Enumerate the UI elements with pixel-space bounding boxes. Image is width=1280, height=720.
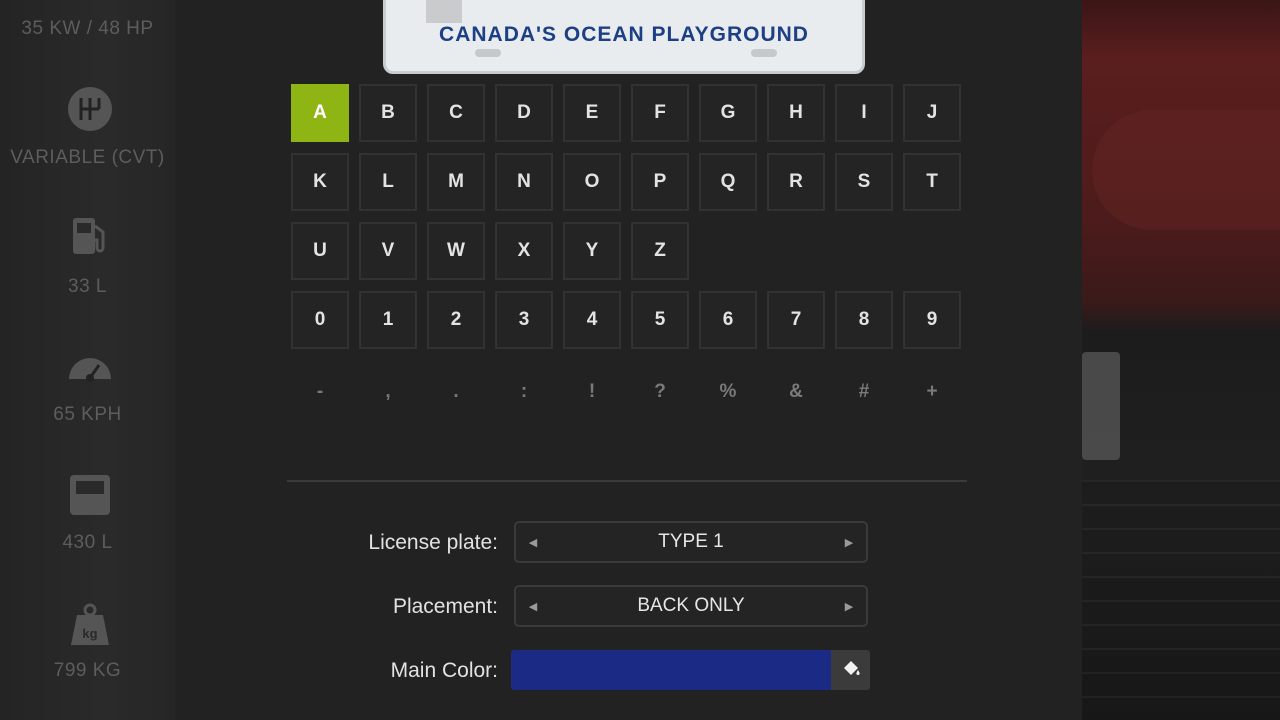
key-g[interactable]: G: [699, 84, 757, 142]
license-plate-preview: CA 200 CANADA'S OCEAN PLAYGROUND: [383, 0, 865, 74]
vehicle-plate-shape: [1082, 352, 1120, 460]
screen: 35 KW / 48 HP VARIABLE (CVT) 33 L 65 KPH…: [0, 0, 1280, 720]
key-n[interactable]: N: [495, 153, 553, 211]
license-plate-type-value: TYPE 1: [658, 531, 724, 552]
key-s[interactable]: S: [835, 153, 893, 211]
key-q[interactable]: Q: [699, 153, 757, 211]
key-5[interactable]: 5: [631, 291, 689, 349]
key-9[interactable]: 9: [903, 291, 961, 349]
key-u[interactable]: U: [291, 222, 349, 280]
paint-bucket-icon: [841, 658, 861, 683]
speedometer-icon: [67, 345, 113, 391]
key-t[interactable]: T: [903, 153, 961, 211]
stat-fuel-capacity: 33 L: [68, 276, 107, 297]
key-w[interactable]: W: [427, 222, 485, 280]
stat-transmission: VARIABLE (CVT): [10, 147, 165, 168]
key-m[interactable]: M: [427, 153, 485, 211]
stat-capacity: 430 L: [62, 532, 113, 553]
key-8[interactable]: 8: [835, 291, 893, 349]
key-o[interactable]: O: [563, 153, 621, 211]
symbol-key[interactable]: ,: [359, 363, 417, 421]
key-x[interactable]: X: [495, 222, 553, 280]
key-c[interactable]: C: [427, 84, 485, 142]
placement-label: Placement:: [392, 595, 498, 618]
key-l[interactable]: L: [359, 153, 417, 211]
arrow-left-icon[interactable]: ◀: [518, 587, 548, 625]
key-p[interactable]: P: [631, 153, 689, 211]
plate-bolt-hole: [475, 49, 501, 57]
weight-icon: kg: [67, 602, 113, 648]
main-color-swatch[interactable]: [511, 650, 831, 690]
stat-weight: 799 KG: [53, 660, 122, 681]
key-j[interactable]: J: [903, 84, 961, 142]
plate-slogan: CANADA'S OCEAN PLAYGROUND: [439, 23, 809, 46]
color-picker-button[interactable]: [831, 650, 870, 690]
key-e[interactable]: E: [563, 84, 621, 142]
divider: [287, 480, 967, 482]
gearbox-icon: [67, 86, 113, 132]
arrow-right-icon[interactable]: ▶: [834, 523, 864, 561]
placement-value: BACK ONLY: [637, 595, 745, 616]
key-i[interactable]: I: [835, 84, 893, 142]
key-r[interactable]: R: [767, 153, 825, 211]
key-k[interactable]: K: [291, 153, 349, 211]
symbol-key[interactable]: +: [903, 363, 961, 421]
key-0[interactable]: 0: [291, 291, 349, 349]
key-3[interactable]: 3: [495, 291, 553, 349]
key-4[interactable]: 4: [563, 291, 621, 349]
key-h[interactable]: H: [767, 84, 825, 142]
main-color-label: Main Color:: [390, 659, 498, 682]
symbol-key[interactable]: -: [291, 363, 349, 421]
vehicle-frame-shape: [1082, 480, 1280, 720]
symbol-key[interactable]: #: [835, 363, 893, 421]
placement-selector[interactable]: ◀ BACK ONLY ▶: [514, 585, 868, 627]
key-d[interactable]: D: [495, 84, 553, 142]
license-plate-type-label: License plate:: [368, 531, 498, 554]
vehicle-body-shape: [1092, 110, 1280, 230]
plate-characters: CA 200: [386, 0, 862, 9]
fuel-pump-icon: [67, 214, 113, 260]
plate-bolt-hole: [751, 49, 777, 57]
stat-power: 35 KW / 48 HP: [21, 18, 154, 39]
key-v[interactable]: V: [359, 222, 417, 280]
symbol-key[interactable]: &: [767, 363, 825, 421]
key-a[interactable]: A: [291, 84, 349, 142]
key-b[interactable]: B: [359, 84, 417, 142]
symbol-key[interactable]: ?: [631, 363, 689, 421]
key-7[interactable]: 7: [767, 291, 825, 349]
license-plate-type-selector[interactable]: ◀ TYPE 1 ▶: [514, 521, 868, 563]
stat-max-speed: 65 KPH: [53, 404, 122, 425]
key-f[interactable]: F: [631, 84, 689, 142]
svg-text:kg: kg: [82, 626, 97, 641]
vehicle-preview-background: [1082, 0, 1280, 720]
symbol-key[interactable]: %: [699, 363, 757, 421]
symbol-key[interactable]: :: [495, 363, 553, 421]
arrow-left-icon[interactable]: ◀: [518, 523, 548, 561]
symbol-key[interactable]: !: [563, 363, 621, 421]
key-6[interactable]: 6: [699, 291, 757, 349]
key-1[interactable]: 1: [359, 291, 417, 349]
arrow-right-icon[interactable]: ▶: [834, 587, 864, 625]
symbol-key[interactable]: .: [427, 363, 485, 421]
key-z[interactable]: Z: [631, 222, 689, 280]
capacity-icon: [67, 472, 113, 518]
key-y[interactable]: Y: [563, 222, 621, 280]
key-2[interactable]: 2: [427, 291, 485, 349]
